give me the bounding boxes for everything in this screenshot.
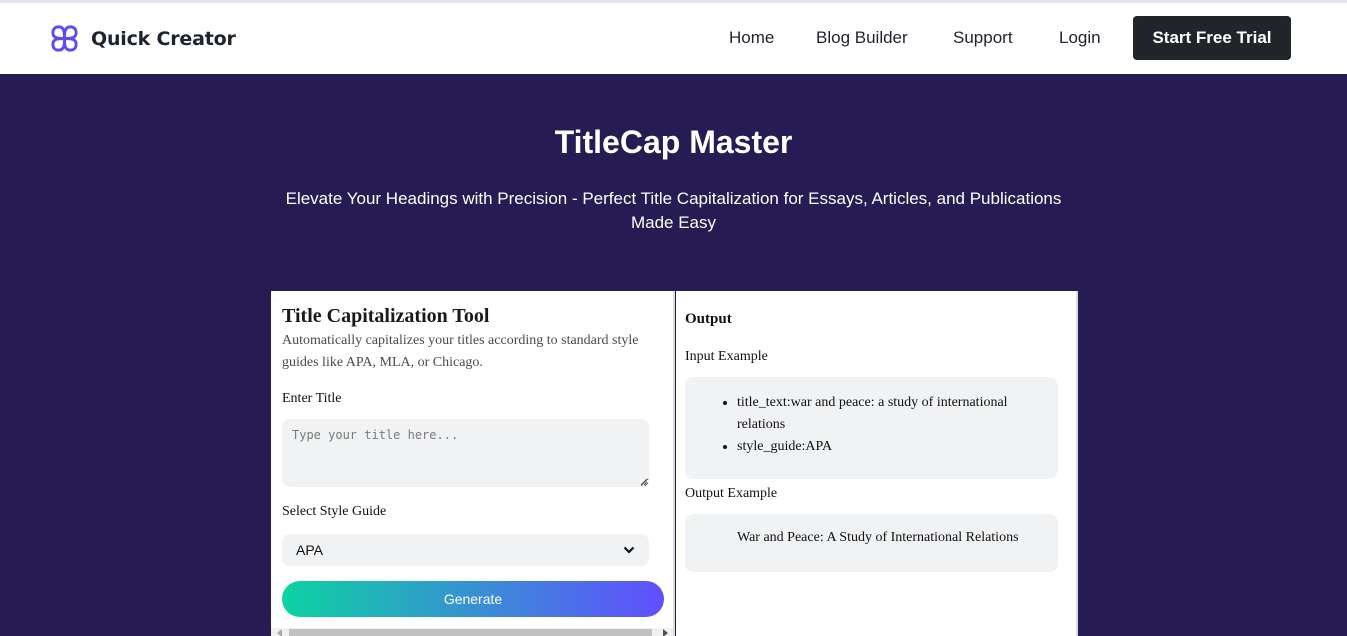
navbar: Quick Creator Home Blog Builder Support … bbox=[0, 3, 1347, 74]
nav-login[interactable]: Login bbox=[1059, 28, 1101, 48]
brand-name: Quick Creator bbox=[91, 27, 236, 50]
list-item: title_text:war and peace: a study of int… bbox=[737, 392, 1037, 436]
chevron-down-icon bbox=[623, 546, 635, 554]
page-subtitle: Elevate Your Headings with Precision - P… bbox=[285, 189, 1062, 232]
scroll-right-arrow-icon[interactable] bbox=[663, 629, 668, 636]
output-title: Output bbox=[685, 311, 732, 327]
generate-button[interactable]: Generate bbox=[282, 581, 664, 617]
nav-support[interactable]: Support bbox=[953, 28, 1013, 48]
output-panel: Output Input Example title_text:war and … bbox=[676, 291, 1078, 636]
scroll-left-arrow-icon[interactable] bbox=[277, 629, 282, 636]
output-example-label: Output Example bbox=[685, 486, 778, 501]
input-example-label: Input Example bbox=[685, 349, 768, 364]
style-guide-selected: APA bbox=[296, 542, 323, 558]
input-example-list: title_text:war and peace: a study of int… bbox=[737, 392, 1037, 458]
list-item: style_guide:APA bbox=[737, 436, 1037, 458]
input-example-box: title_text:war and peace: a study of int… bbox=[685, 377, 1058, 479]
tool-title: Title Capitalization Tool bbox=[282, 305, 490, 327]
style-guide-label: Select Style Guide bbox=[282, 504, 387, 519]
title-field-label: Enter Title bbox=[282, 391, 342, 406]
scrollbar-thumb[interactable] bbox=[289, 629, 652, 636]
output-example-text: War and Peace: A Study of International … bbox=[737, 530, 1019, 545]
nav-blog-builder[interactable]: Blog Builder bbox=[816, 28, 908, 48]
tool-panel: Title Capitalization Tool Automatically … bbox=[271, 291, 675, 636]
tool-description: Automatically capitalizes your titles ac… bbox=[282, 333, 639, 370]
page-title: TitleCap Master bbox=[554, 124, 793, 160]
title-input[interactable] bbox=[282, 419, 649, 487]
start-free-trial-button[interactable]: Start Free Trial bbox=[1133, 16, 1291, 60]
brand-logo[interactable]: Quick Creator bbox=[49, 23, 236, 54]
style-guide-select[interactable]: APA bbox=[282, 534, 649, 566]
nav-home[interactable]: Home bbox=[729, 28, 774, 48]
horizontal-scrollbar[interactable] bbox=[271, 628, 673, 636]
quad-loop-logo-icon bbox=[51, 25, 78, 52]
output-example-box: War and Peace: A Study of International … bbox=[685, 514, 1058, 572]
